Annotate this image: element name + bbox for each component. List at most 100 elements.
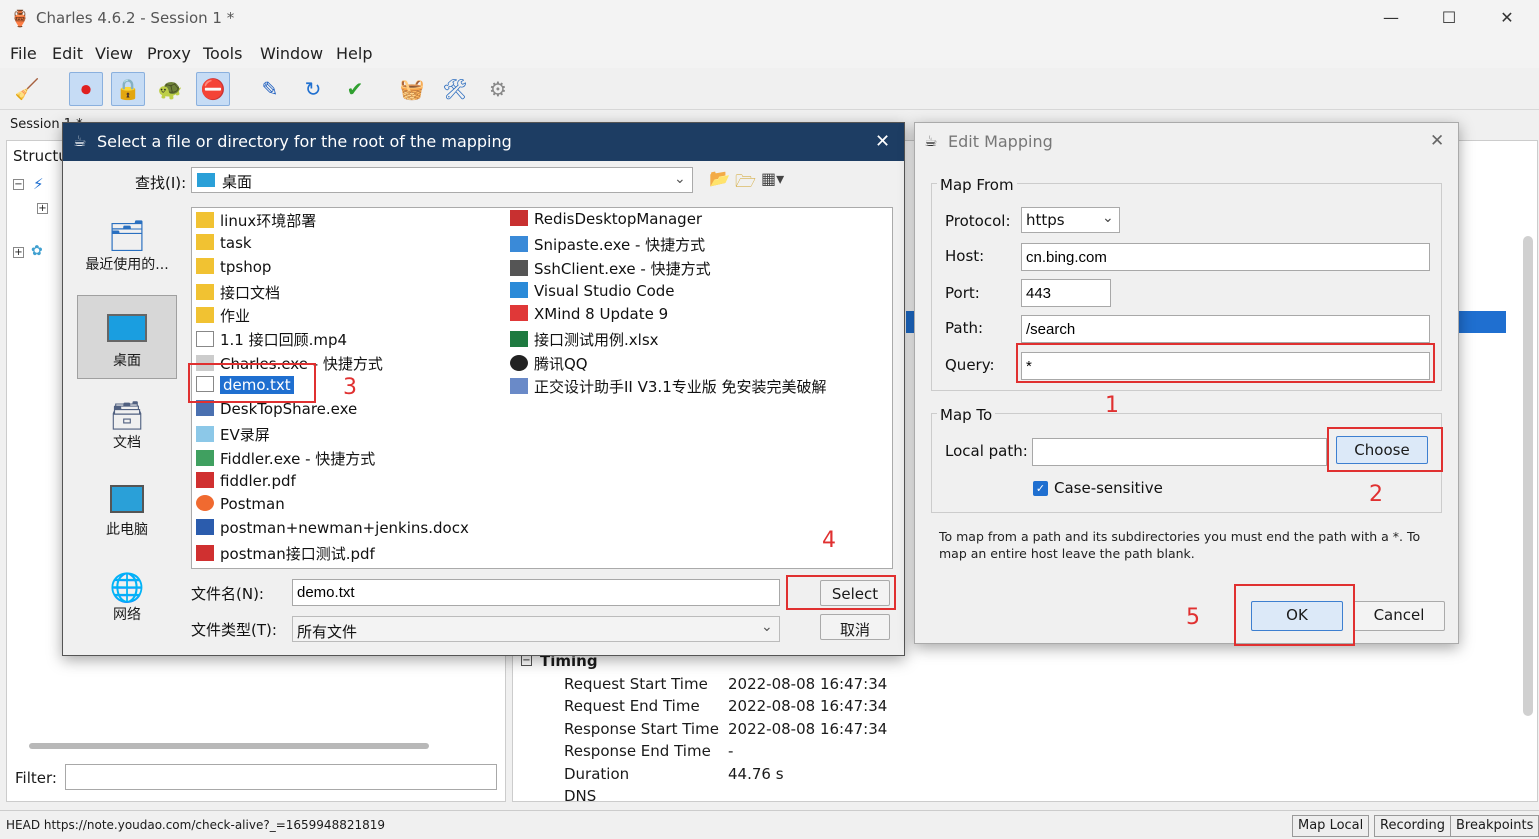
host-label: Host: <box>945 247 985 265</box>
menu-edit[interactable]: Edit <box>52 44 83 63</box>
structure-header[interactable]: Structu <box>13 147 68 165</box>
turtle-icon[interactable]: 🐢 <box>153 72 187 106</box>
vscode-icon <box>510 282 528 298</box>
query-label: Query: <box>945 356 995 374</box>
recording-button[interactable]: Recording <box>1374 815 1452 837</box>
vertical-scrollbar[interactable] <box>1523 236 1533 716</box>
word-doc-icon <box>196 519 214 535</box>
places-documents[interactable]: 🗃 文档 <box>77 399 177 452</box>
places-network[interactable]: 🌐 网络 <box>77 571 177 624</box>
list-item[interactable]: 接口测试用例.xlsx <box>510 329 659 350</box>
menu-help[interactable]: Help <box>336 44 372 63</box>
pdf-icon <box>196 545 214 561</box>
timing-value: 2022-08-08 16:47:34 <box>728 675 888 693</box>
check-icon[interactable]: ✔ <box>338 72 372 106</box>
view-menu-icon[interactable]: ▦▾ <box>761 169 784 188</box>
places-desktop[interactable]: 桌面 <box>77 295 177 379</box>
list-item[interactable]: 1.1 接口回顾.mp4 <box>196 329 347 350</box>
list-item[interactable]: Postman <box>196 495 285 513</box>
timing-value: - <box>728 742 734 760</box>
maximize-icon[interactable]: ☐ <box>1437 8 1461 30</box>
tree-expand-icon[interactable]: − <box>13 179 24 190</box>
list-item[interactable]: 作业 <box>196 305 250 326</box>
close-icon[interactable]: ✕ <box>1430 131 1444 151</box>
map-local-button[interactable]: Map Local <box>1292 815 1370 837</box>
java-icon: ☕ <box>73 132 87 150</box>
menu-view[interactable]: View <box>95 44 133 63</box>
settings-gear-icon[interactable]: ⚙ <box>481 72 515 106</box>
record-icon[interactable]: ⏺ <box>69 72 103 106</box>
list-item[interactable]: postman+newman+jenkins.docx <box>196 519 469 537</box>
tree-expand-icon[interactable]: + <box>13 247 24 258</box>
menu-window[interactable]: Window <box>260 44 323 63</box>
basket-icon[interactable]: 🧺 <box>395 72 429 106</box>
menu-proxy[interactable]: Proxy <box>147 44 191 63</box>
recent-icon: 🗂 <box>107 219 147 254</box>
breakpoints-button[interactable]: Breakpoints <box>1450 815 1539 837</box>
filename-input[interactable] <box>292 579 780 606</box>
breakpoint-icon[interactable]: ⛔ <box>196 72 230 106</box>
filter-input[interactable] <box>65 764 497 790</box>
cancel-button[interactable]: 取消 <box>820 614 890 640</box>
ssl-lock-icon[interactable]: 🔒 <box>111 72 145 106</box>
places-this-pc[interactable]: 此电脑 <box>77 485 177 539</box>
list-item[interactable]: XMind 8 Update 9 <box>510 305 668 323</box>
filetype-select[interactable]: 所有文件 ⌄ <box>292 616 780 642</box>
path-input[interactable] <box>1021 315 1430 343</box>
list-item[interactable]: RedisDesktopManager <box>510 210 702 228</box>
list-item[interactable]: tpshop <box>196 258 271 276</box>
annotation-box-select <box>786 575 896 610</box>
list-item[interactable]: postman接口测试.pdf <box>196 543 375 564</box>
menu-file[interactable]: File <box>10 44 37 63</box>
list-item[interactable]: 接口文档 <box>196 282 280 303</box>
list-item[interactable]: fiddler.pdf <box>196 472 296 490</box>
list-item[interactable]: linux环境部署 <box>196 210 316 231</box>
list-item[interactable]: Snipaste.exe - 快捷方式 <box>510 234 705 255</box>
filename-label: 文件名(N): <box>191 585 264 603</box>
annotation-box-demo <box>188 363 316 403</box>
folder-icon <box>196 234 214 250</box>
pen-icon[interactable]: ✎ <box>253 72 287 106</box>
network-icon: ✿ <box>31 243 43 259</box>
refresh-icon[interactable]: ↻ <box>296 72 330 106</box>
close-icon[interactable]: ✕ <box>875 131 890 152</box>
tools-icon[interactable]: 🛠 <box>438 72 472 106</box>
local-path-input[interactable] <box>1032 438 1327 466</box>
tree-expand-icon[interactable]: + <box>37 203 48 214</box>
close-icon[interactable]: ✕ <box>1495 8 1519 30</box>
places-recent[interactable]: 🗂 最近使用的... <box>77 219 177 274</box>
menu-tools[interactable]: Tools <box>203 44 242 63</box>
annotation-number: 2 <box>1369 482 1383 507</box>
list-item[interactable]: Fiddler.exe - 快捷方式 <box>196 448 375 469</box>
cancel-button[interactable]: Cancel <box>1353 601 1445 631</box>
xmind-icon <box>510 305 528 321</box>
minimize-icon[interactable]: — <box>1379 8 1403 30</box>
protocol-label: Protocol: <box>945 212 1011 230</box>
annotation-number: 1 <box>1105 393 1119 418</box>
list-item[interactable]: EV录屏 <box>196 424 270 445</box>
up-folder-icon[interactable]: 📂 <box>709 169 730 189</box>
broom-icon[interactable]: 🧹 <box>10 72 44 106</box>
timing-value: 2022-08-08 16:47:34 <box>728 697 888 715</box>
port-input[interactable] <box>1021 279 1111 307</box>
list-item[interactable]: 腾讯QQ <box>510 353 588 374</box>
status-url: HEAD https://note.youdao.com/check-alive… <box>6 818 386 832</box>
case-sensitive-label: Case-sensitive <box>1054 479 1163 497</box>
lookin-select[interactable]: 桌面 ⌄ <box>191 167 693 193</box>
collapse-icon[interactable]: − <box>521 655 532 666</box>
chevron-down-icon: ⌄ <box>761 619 773 635</box>
list-item[interactable]: 正交设计助手II V3.1专业版 免安装完美破解 <box>510 376 827 397</box>
case-sensitive-checkbox[interactable]: ✓ <box>1033 481 1048 496</box>
java-icon: ☕ <box>924 132 938 150</box>
protocol-select[interactable]: https ⌄ <box>1021 207 1120 233</box>
new-folder-icon[interactable]: 🗁 <box>735 169 756 198</box>
list-item[interactable]: task <box>196 234 252 252</box>
horizontal-scrollbar[interactable] <box>29 743 429 749</box>
lookin-label: 查找(I): <box>135 174 187 192</box>
folder-icon <box>196 284 214 300</box>
list-item[interactable]: Visual Studio Code <box>510 282 675 300</box>
list-item[interactable]: SshClient.exe - 快捷方式 <box>510 258 711 279</box>
folder-icon <box>196 212 214 228</box>
host-input[interactable] <box>1021 243 1430 271</box>
globe-icon: 🌐 <box>109 571 145 604</box>
